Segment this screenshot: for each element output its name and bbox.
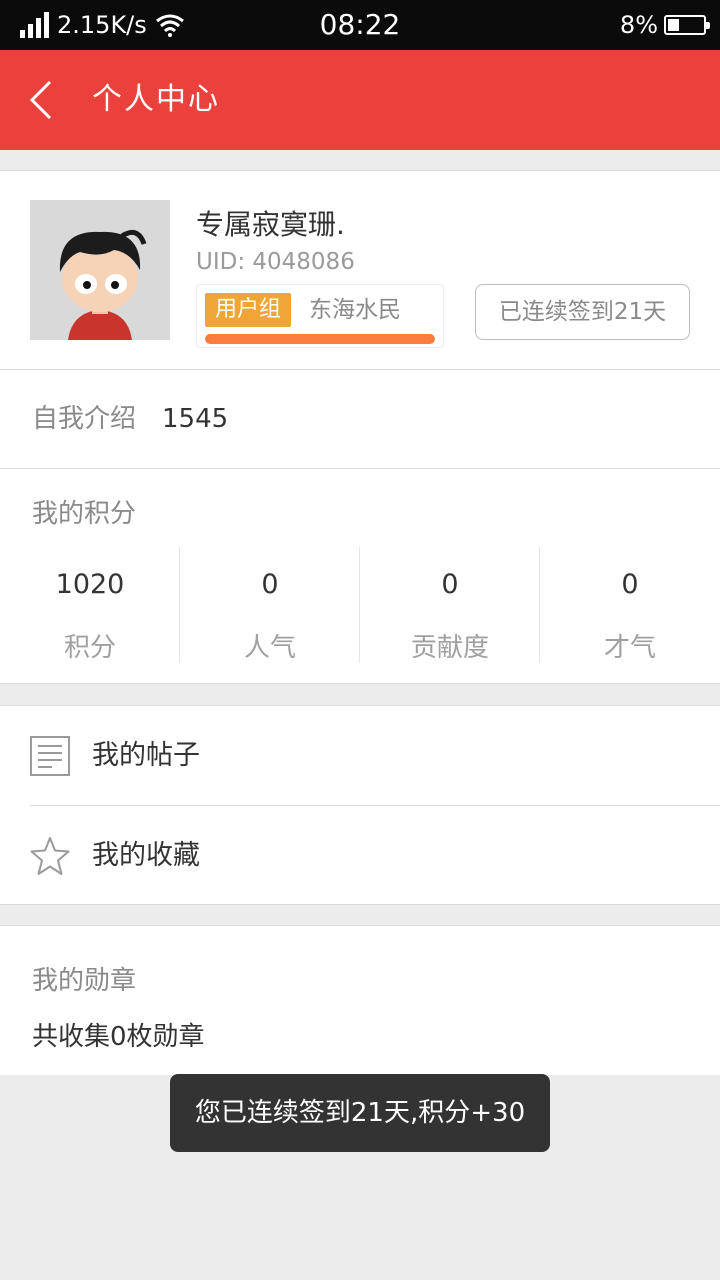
intro-label: 自我介绍 bbox=[32, 404, 137, 434]
page-title: 个人中心 bbox=[92, 82, 220, 117]
status-bar: 2.15K/s 08:22 8% bbox=[0, 0, 720, 50]
menu-label: 我的帖子 bbox=[92, 740, 200, 771]
signin-button[interactable]: 已连续签到21天 bbox=[475, 284, 690, 340]
intro-value: 1545 bbox=[162, 404, 229, 434]
medals-title: 我的勋章 bbox=[32, 966, 137, 996]
stat-label: 贡献度 bbox=[410, 633, 489, 663]
document-icon bbox=[30, 736, 70, 776]
stat-value: 0 bbox=[261, 569, 279, 600]
menu-label: 我的收藏 bbox=[92, 840, 200, 871]
battery-percent: 8% bbox=[619, 11, 658, 39]
profile-card: 专属寂寞珊. UID: 4048086 用户组 东海水民 已连续签到21天 bbox=[0, 170, 720, 370]
stat-value: 0 bbox=[441, 569, 459, 600]
user-id: UID: 4048086 bbox=[196, 249, 355, 275]
clock: 08:22 bbox=[319, 8, 401, 41]
battery-icon bbox=[664, 15, 710, 35]
group-name: 东海水民 bbox=[309, 297, 401, 323]
status-right: 8% bbox=[619, 8, 710, 42]
username: 专属寂寞珊. bbox=[196, 208, 345, 241]
stat-contribution[interactable]: 0 贡献度 bbox=[360, 547, 540, 663]
stat-talent[interactable]: 0 才气 bbox=[540, 547, 720, 663]
stat-points[interactable]: 1020 积分 bbox=[0, 547, 180, 663]
medals-card: 我的勋章 共收集0枚勋章 bbox=[0, 925, 720, 1075]
group-badge: 用户组 bbox=[205, 293, 292, 327]
toast-message: 您已连续签到21天,积分+30 bbox=[170, 1074, 550, 1152]
stat-popularity[interactable]: 0 人气 bbox=[180, 547, 360, 663]
stat-label: 才气 bbox=[603, 633, 656, 663]
star-icon bbox=[30, 837, 70, 875]
stat-value: 0 bbox=[621, 569, 639, 600]
menu-item-posts[interactable]: 我的帖子 bbox=[0, 706, 720, 805]
medals-count: 共收集0枚勋章 bbox=[32, 1022, 205, 1052]
avatar[interactable] bbox=[30, 200, 170, 340]
points-title: 我的积分 bbox=[32, 499, 137, 529]
user-group: 用户组 东海水民 bbox=[196, 284, 444, 348]
intro-row[interactable]: 自我介绍 1545 bbox=[0, 370, 720, 469]
stat-label: 积分 bbox=[63, 633, 116, 663]
points-card: 我的积分 1020 积分 0 人气 0 贡献度 0 才气 bbox=[0, 469, 720, 684]
menu-item-favorites[interactable]: 我的收藏 bbox=[0, 806, 720, 905]
group-progress-bar bbox=[205, 334, 435, 344]
stat-value: 1020 bbox=[55, 569, 125, 600]
app-bar: 个人中心 bbox=[0, 50, 720, 150]
menu-list: 我的帖子 我的收藏 bbox=[0, 705, 720, 905]
stat-label: 人气 bbox=[243, 633, 296, 663]
avatar-image bbox=[30, 200, 170, 340]
back-arrow-icon[interactable] bbox=[26, 78, 58, 122]
